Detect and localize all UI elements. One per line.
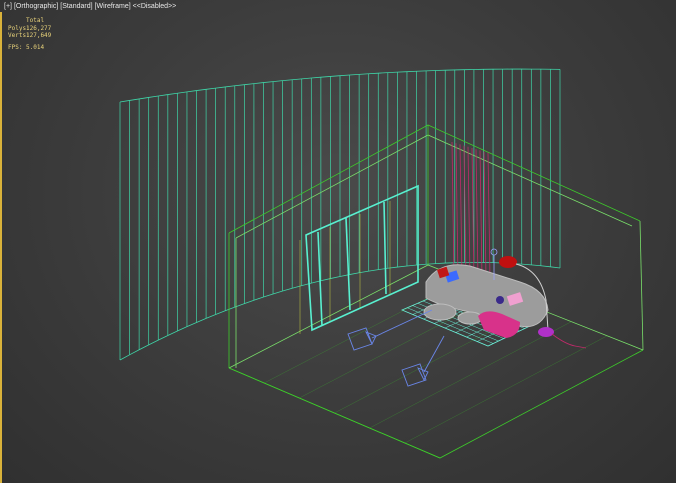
ottoman-right	[457, 311, 483, 325]
camera-1-body	[347, 327, 373, 351]
lamp-shade-red	[499, 256, 517, 268]
room-right-vertical	[639, 220, 644, 351]
sliding-glass-door	[305, 184, 419, 332]
drape-fold-line	[451, 141, 455, 279]
camera-1-lens	[365, 331, 377, 346]
lamp-cable	[551, 333, 587, 349]
ottoman-left	[423, 303, 457, 321]
lamp-base-magenta	[538, 327, 554, 337]
drape-fold-line	[459, 144, 463, 279]
furniture-group	[423, 256, 587, 349]
camera-2-icon[interactable]	[401, 335, 445, 387]
room-back-wall-left-edge	[228, 124, 641, 234]
room-floor-left-edge	[228, 349, 644, 459]
drape-fold-line	[479, 150, 483, 279]
door-frame-outer	[305, 184, 419, 332]
camera-1-target-line	[371, 309, 433, 339]
side-table	[496, 296, 504, 304]
drape-fold-line	[483, 151, 487, 279]
drape-fold-line	[467, 146, 471, 279]
camera-2-body	[401, 363, 427, 387]
drape-fold-line	[455, 143, 459, 279]
door-mullion-3	[317, 231, 323, 327]
floor-grid-line	[369, 321, 572, 429]
door-mullion-2	[383, 201, 387, 295]
viewport-orthographic[interactable]: [+] [Orthographic] [Standard] [Wireframe…	[0, 0, 676, 483]
drape-fold-line	[487, 152, 491, 279]
camera-1-icon[interactable]	[347, 309, 433, 351]
camera-2-target-line	[423, 335, 445, 373]
drape-fold-line	[475, 149, 479, 279]
red-drape	[451, 141, 491, 279]
camera-2-lens	[417, 367, 429, 382]
wireframe-scene	[119, 68, 644, 459]
light-source-1-icon[interactable]	[490, 248, 498, 256]
room-top-inner-edge	[235, 134, 633, 239]
